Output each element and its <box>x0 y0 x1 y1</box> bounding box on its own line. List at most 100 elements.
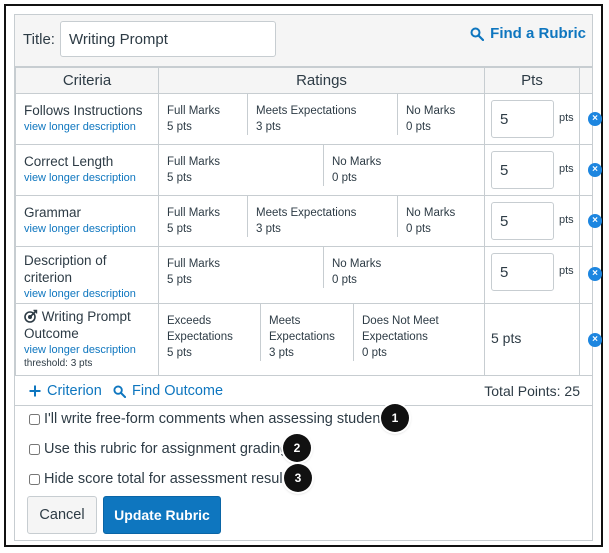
delete-criterion-icon[interactable]: × <box>588 163 602 177</box>
rating-points: 5 pts <box>167 223 192 235</box>
hide-score-total-option[interactable]: Hide score total for assessment results <box>29 471 294 487</box>
callout-badge: 1 <box>381 404 409 432</box>
add-criterion-button[interactable]: Criterion <box>29 383 102 399</box>
outcome-target-icon <box>24 309 38 323</box>
points-input[interactable] <box>491 100 554 138</box>
callout-badge: 3 <box>284 464 312 492</box>
view-description-link[interactable]: view longer description <box>24 172 150 184</box>
rating[interactable]: No Marks 0 pts <box>323 247 484 288</box>
table-header-row: Criteria Ratings Pts <box>15 67 593 94</box>
rating-points: 5 pts <box>167 172 192 184</box>
table-row: Writing Prompt Outcome view longer descr… <box>15 303 602 376</box>
criterion-name: Correct Length <box>24 154 114 169</box>
points-cell: 5 pts <box>484 303 580 376</box>
rating[interactable]: Full Marks 5 pts <box>159 247 323 288</box>
rating-label: Full Marks <box>167 258 221 270</box>
find-outcome-button[interactable]: Find Outcome <box>113 383 223 399</box>
delete-criterion-icon[interactable]: × <box>588 267 602 281</box>
outcome-threshold: threshold: 3 pts <box>24 358 93 369</box>
view-description-link[interactable]: view longer description <box>24 288 150 300</box>
points-unit: pts <box>559 214 574 226</box>
delete-cell: × <box>579 93 602 145</box>
delete-outcome-icon[interactable]: × <box>588 333 602 347</box>
rating-label: Meets Expectations <box>256 207 357 219</box>
points-unit: pts <box>559 163 574 175</box>
criterion-cell: Follows Instructions view longer descrip… <box>15 93 159 145</box>
rating-label: No Marks <box>406 207 456 219</box>
option-label: I'll write free-form comments when asses… <box>44 411 392 427</box>
view-description-link[interactable]: view longer description <box>24 344 150 356</box>
rating-label: No Marks <box>406 105 456 117</box>
rating-label: Full Marks <box>167 105 221 117</box>
rating-label: No Marks <box>332 258 382 270</box>
criteria-header: Criteria <box>15 67 159 94</box>
find-outcome-label: Find Outcome <box>132 383 224 399</box>
rating[interactable]: No Marks 0 pts <box>397 94 484 135</box>
update-rubric-button[interactable]: Update Rubric <box>103 496 221 534</box>
ratings-cell: Exceeds Expectations 5 pts Meets Expecta… <box>158 303 485 376</box>
criterion-name: Description of criterion <box>24 253 107 285</box>
rating: Exceeds Expectations 5 pts <box>159 304 260 361</box>
rating[interactable]: Meets Expectations 3 pts <box>247 94 397 135</box>
points-input[interactable] <box>491 253 554 291</box>
points-cell: pts <box>484 195 580 247</box>
rating-points: 0 pts <box>332 274 357 286</box>
points-input[interactable] <box>491 151 554 189</box>
rating-label: Full Marks <box>167 207 221 219</box>
rating-points: 0 pts <box>362 347 387 359</box>
rating[interactable]: Full Marks 5 pts <box>159 94 247 135</box>
criterion-cell: Writing Prompt Outcome view longer descr… <box>15 303 159 376</box>
criterion-name: Follows Instructions <box>24 103 143 118</box>
delete-criterion-icon[interactable]: × <box>588 214 602 228</box>
view-description-link[interactable]: view longer description <box>24 121 150 133</box>
cancel-button[interactable]: Cancel <box>27 496 97 534</box>
search-icon <box>470 27 485 41</box>
points-unit: pts <box>559 265 574 277</box>
rating-points: 3 pts <box>256 121 281 133</box>
free-form-comments-checkbox[interactable] <box>29 413 40 425</box>
outcome-name-text: Writing Prompt Outcome <box>24 309 131 341</box>
view-description-link[interactable]: view longer description <box>24 223 150 235</box>
rating-points: 5 pts <box>167 347 192 359</box>
points-cell: pts <box>484 246 580 304</box>
criterion-cell: Grammar view longer description <box>15 195 159 247</box>
hide-score-total-checkbox[interactable] <box>29 473 40 485</box>
delete-cell: × <box>579 303 602 376</box>
option-label: Use this rubric for assignment grading <box>44 441 289 457</box>
ratings-cell: Full Marks 5 pts Meets Expectations 3 pt… <box>158 195 485 247</box>
rating[interactable]: Full Marks 5 pts <box>159 196 247 237</box>
table-row: Grammar view longer description Full Mar… <box>15 195 602 247</box>
option-label: Hide score total for assessment results <box>44 471 294 487</box>
table-row: Correct Length view longer description F… <box>15 144 602 196</box>
add-criterion-label: Criterion <box>47 383 102 399</box>
delete-cell: × <box>579 144 602 196</box>
points-input[interactable] <box>491 202 554 240</box>
rating-label: Does Not Meet Expectations <box>362 315 439 343</box>
free-form-comments-option[interactable]: I'll write free-form comments when asses… <box>29 411 392 427</box>
table-row: Follows Instructions view longer descrip… <box>15 93 602 145</box>
title-label: Title: <box>23 31 55 48</box>
rating[interactable]: Meets Expectations 3 pts <box>247 196 397 237</box>
title-input[interactable] <box>60 21 276 57</box>
find-rubric-link[interactable]: Find a Rubric <box>470 25 586 42</box>
rating[interactable]: Full Marks 5 pts <box>159 145 323 186</box>
table-row: Description of criterion view longer des… <box>15 246 602 304</box>
delete-criterion-icon[interactable]: × <box>588 112 602 126</box>
rubric-table: Criteria Ratings Pts Follows Instruction… <box>15 67 602 376</box>
rating-points: 3 pts <box>256 223 281 235</box>
rating-label: Full Marks <box>167 156 221 168</box>
rating[interactable]: No Marks 0 pts <box>397 196 484 237</box>
rating-points: 0 pts <box>406 223 431 235</box>
search-icon <box>113 384 126 398</box>
delete-cell: × <box>579 246 602 304</box>
delete-cell: × <box>579 195 602 247</box>
rating-points: 0 pts <box>406 121 431 133</box>
rating-points: 5 pts <box>167 121 192 133</box>
rubric-actions-row: Criterion Find Outcome Total Points: 25 <box>15 376 592 406</box>
use-for-grading-checkbox[interactable] <box>29 443 40 455</box>
ratings-cell: Full Marks 5 pts No Marks 0 pts <box>158 144 485 196</box>
rating[interactable]: No Marks 0 pts <box>323 145 484 186</box>
points-cell: pts <box>484 144 580 196</box>
criterion-cell: Description of criterion view longer des… <box>15 246 159 304</box>
use-for-grading-option[interactable]: Use this rubric for assignment grading <box>29 441 288 457</box>
